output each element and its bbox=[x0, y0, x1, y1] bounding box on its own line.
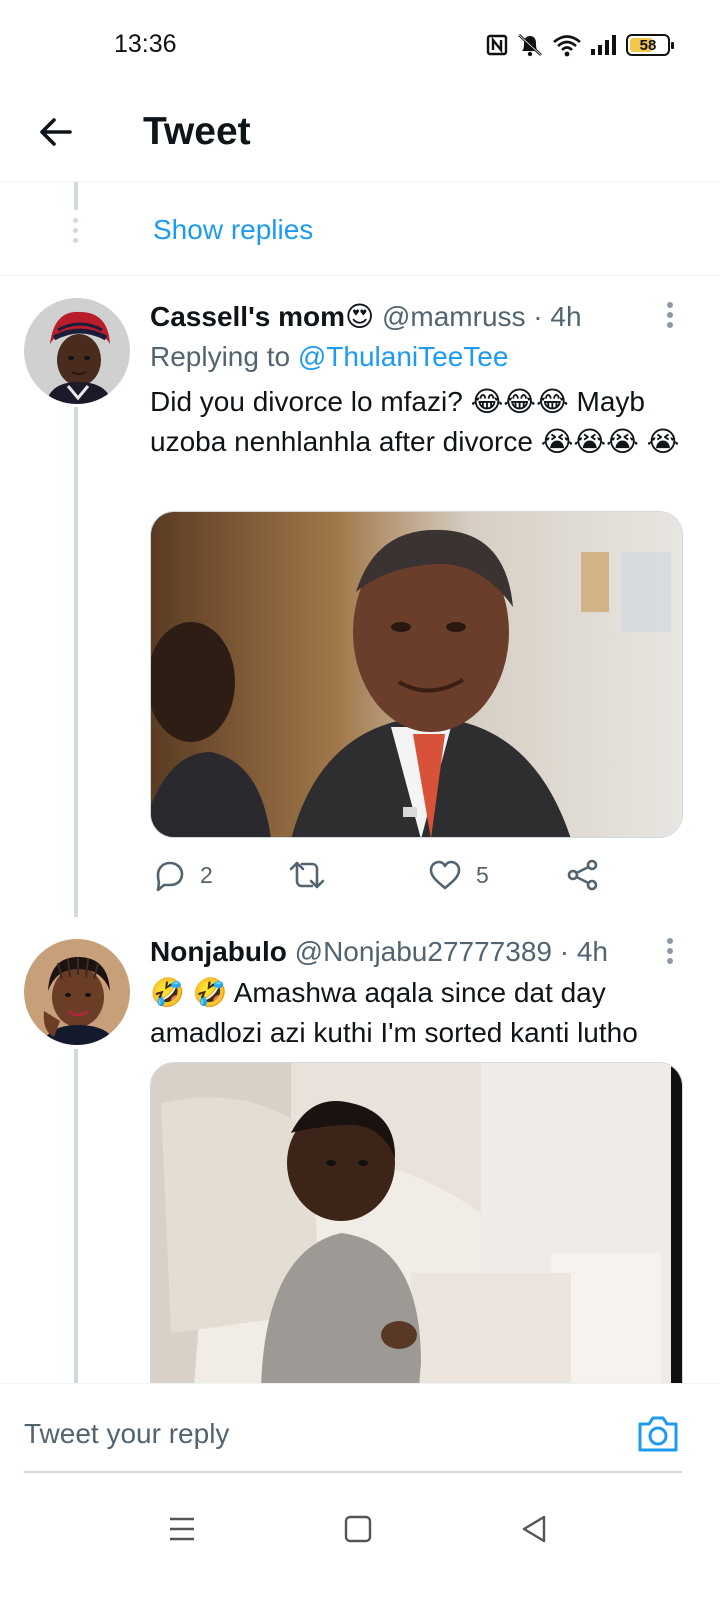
reply-input[interactable]: Tweet your reply bbox=[24, 1418, 229, 1450]
status-time: 13:36 bbox=[114, 30, 177, 58]
like-count: 5 bbox=[476, 861, 489, 888]
nfc-icon bbox=[486, 34, 508, 56]
reply-icon bbox=[156, 861, 184, 891]
wifi-icon bbox=[553, 35, 581, 57]
back-arrow-icon[interactable] bbox=[36, 112, 76, 152]
like-button[interactable]: 5 bbox=[428, 859, 489, 891]
more-options-icon[interactable] bbox=[666, 301, 674, 329]
tweet-actions: 2 5 bbox=[150, 859, 610, 899]
avatar[interactable] bbox=[24, 298, 130, 404]
battery-icon: 58 bbox=[626, 34, 674, 56]
tweet-time: · 4h bbox=[533, 301, 582, 332]
more-options-icon[interactable] bbox=[666, 937, 674, 965]
status-bar: 13:36 58 bbox=[0, 0, 720, 90]
camera-icon[interactable] bbox=[636, 1414, 680, 1454]
share-icon bbox=[567, 859, 598, 891]
tweet-text: Did you divorce lo mfazi? 😂😂😂 Mayb uzoba… bbox=[150, 386, 680, 457]
reply-count: 2 bbox=[200, 861, 213, 888]
mute-icon bbox=[518, 34, 542, 57]
thread-line bbox=[74, 182, 78, 210]
tweet[interactable]: Cassell's mom😍 @mamruss · 4h Replying to… bbox=[0, 277, 720, 917]
tweet-time: · 4h bbox=[559, 936, 608, 967]
menu-icon[interactable] bbox=[162, 1509, 202, 1549]
thread-line bbox=[74, 407, 78, 917]
tweet-media-photo[interactable] bbox=[150, 511, 683, 838]
display-name[interactable]: Nonjabulo bbox=[150, 936, 287, 967]
battery-level: 58 bbox=[639, 36, 657, 54]
thread-line bbox=[74, 1049, 78, 1383]
replying-to-handle[interactable]: @ThulaniTeeTee bbox=[298, 341, 509, 372]
tweet-header: Cassell's mom😍 @mamruss · 4h bbox=[150, 300, 690, 333]
tweet-media-photo[interactable] bbox=[150, 1062, 683, 1383]
replying-to-label: Replying to bbox=[150, 341, 291, 372]
page-title: Tweet bbox=[143, 110, 251, 153]
back-triangle-icon[interactable] bbox=[514, 1509, 554, 1549]
home-square-icon[interactable] bbox=[338, 1509, 378, 1549]
user-handle[interactable]: @Nonjabu27777389 bbox=[295, 936, 552, 967]
signal-icon bbox=[591, 35, 616, 55]
retweet-icon bbox=[289, 861, 325, 889]
reply-bar: Tweet your reply bbox=[0, 1383, 720, 1481]
user-handle[interactable]: @mamruss bbox=[382, 301, 526, 332]
header: Tweet bbox=[0, 90, 720, 182]
tweet[interactable]: Nonjabulo @Nonjabu27777389 · 4h 🤣 🤣 Amas… bbox=[0, 917, 720, 1383]
previous-thread: Show replies bbox=[0, 182, 720, 276]
reply-button[interactable]: 2 bbox=[152, 859, 213, 891]
avatar[interactable] bbox=[24, 939, 130, 1045]
status-icons: 58 bbox=[486, 32, 674, 58]
thread-dots-icon bbox=[73, 218, 78, 243]
display-name[interactable]: Cassell's mom bbox=[150, 301, 345, 332]
retweet-button[interactable] bbox=[288, 859, 340, 891]
show-replies-link[interactable]: Show replies bbox=[153, 214, 313, 246]
replying-to: Replying to @ThulaniTeeTee bbox=[150, 341, 508, 373]
tweet-header: Nonjabulo @Nonjabu27777389 · 4h bbox=[150, 936, 690, 968]
heart-icon bbox=[429, 860, 461, 890]
reply-underline bbox=[24, 1471, 682, 1473]
name-emoji: 😍 bbox=[344, 301, 375, 332]
navigation-bar bbox=[0, 1481, 720, 1600]
share-button[interactable] bbox=[566, 859, 600, 891]
tweet-text: 🤣 🤣 Amashwa aqala since dat day amadlozi… bbox=[150, 977, 638, 1048]
